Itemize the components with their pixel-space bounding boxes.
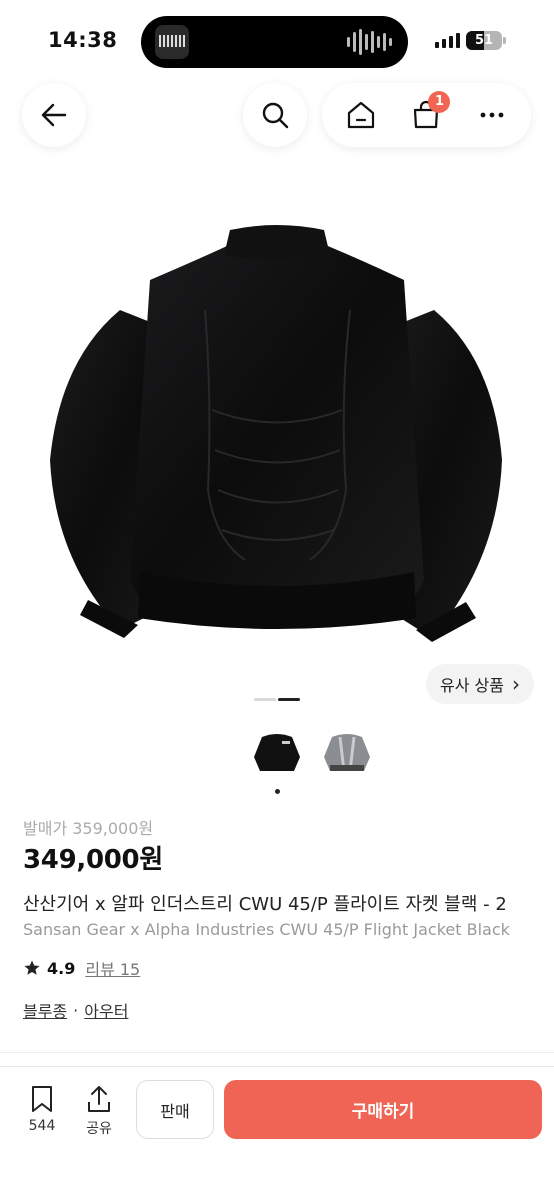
- thumbnail-grey[interactable]: [318, 727, 376, 779]
- cellular-signal-icon: [435, 32, 460, 48]
- now-playing-artwork: [155, 25, 189, 59]
- battery-cap: [503, 37, 506, 44]
- home-icon: [347, 101, 374, 129]
- category-breadcrumb: 블루종 · 아우터: [23, 998, 128, 1022]
- cart-button[interactable]: 1: [406, 91, 451, 135]
- current-price: 349,000원: [23, 845, 163, 875]
- bookmark-button[interactable]: 544: [20, 1084, 64, 1134]
- rating-value: 4.9: [47, 958, 76, 978]
- product-image[interactable]: [0, 160, 554, 700]
- chevron-right-icon: ›: [511, 672, 520, 696]
- similar-products-label: 유사 상품: [440, 676, 504, 695]
- battery-icon: 51: [466, 31, 502, 50]
- bookmark-icon: [32, 1086, 52, 1112]
- carousel-indicator: [254, 698, 300, 701]
- audio-waveform-icon: [347, 28, 392, 56]
- category-link-blouson[interactable]: 블루종: [23, 998, 67, 1022]
- more-horizontal-icon: [480, 112, 504, 118]
- status-bar: 14:38 51: [0, 0, 554, 80]
- back-button[interactable]: [22, 83, 86, 147]
- sell-button[interactable]: 판매: [136, 1080, 214, 1139]
- color-thumbnails: [248, 727, 376, 779]
- buy-button[interactable]: 구매하기: [224, 1080, 542, 1139]
- dynamic-island: [141, 16, 408, 68]
- bookmark-count: 544: [28, 1118, 56, 1134]
- home-button[interactable]: [341, 95, 381, 135]
- thumbnail-black[interactable]: [248, 727, 306, 779]
- battery-percent: 51: [474, 33, 494, 48]
- selected-thumbnail-dot: [275, 789, 280, 794]
- share-icon: [88, 1086, 110, 1112]
- section-divider: [0, 1052, 554, 1053]
- more-options-button[interactable]: [472, 95, 512, 135]
- share-button[interactable]: 공유: [77, 1084, 121, 1138]
- carousel-dot-active: [278, 698, 300, 701]
- share-label: 공유: [86, 1121, 112, 1137]
- product-title-english: Sansan Gear x Alpha Industries CWU 45/P …: [23, 920, 510, 939]
- search-button[interactable]: [243, 83, 307, 147]
- product-title-korean: 산산기어 x 알파 인더스트리 CWU 45/P 플라이트 자켓 블랙 - 2: [23, 894, 507, 915]
- retail-price: 발매가 359,000원: [23, 819, 154, 838]
- cart-count-badge: 1: [428, 91, 451, 113]
- category-separator: ·: [73, 1000, 79, 1020]
- rating-row: 4.9 리뷰 15: [23, 956, 140, 980]
- carousel-dot: [254, 698, 276, 701]
- nav-actions-group: 1: [322, 83, 531, 147]
- star-icon: [24, 960, 40, 975]
- arrow-left-icon: [41, 103, 67, 127]
- search-icon: [262, 102, 289, 129]
- category-link-outer[interactable]: 아우터: [84, 998, 128, 1022]
- reviews-link[interactable]: 리뷰 15: [85, 956, 140, 980]
- similar-products-button[interactable]: 유사 상품 ›: [426, 664, 534, 704]
- status-time: 14:38: [48, 28, 118, 52]
